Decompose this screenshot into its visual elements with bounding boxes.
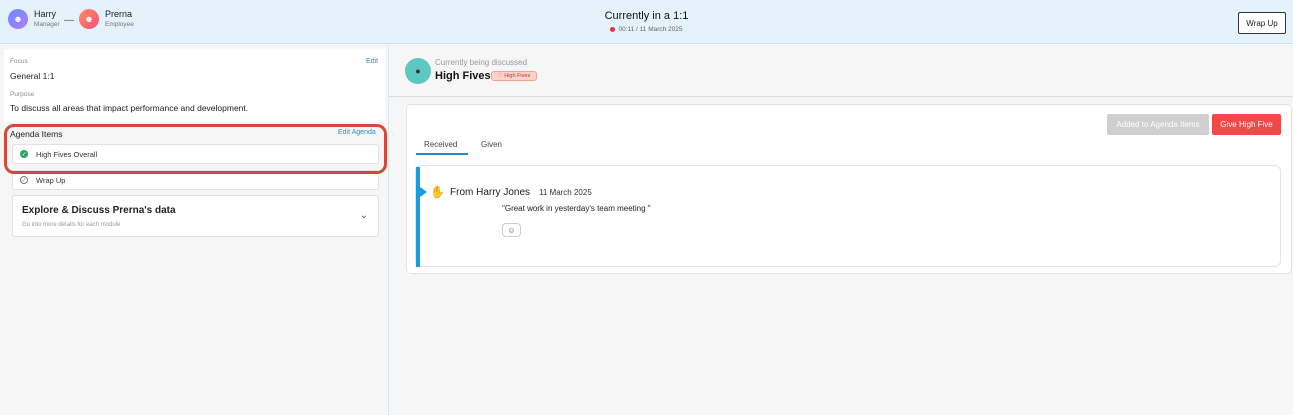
purpose-value: To discuss all areas that impact perform…	[10, 103, 249, 113]
tab-given[interactable]: Given	[481, 140, 502, 149]
give-high-five-button[interactable]: Give High Five	[1212, 114, 1281, 135]
explore-subtitle: Go into more details for each module	[22, 222, 121, 228]
agenda-item-label: Wrap Up	[36, 175, 66, 185]
high-five-hands-icon: ✋	[430, 185, 445, 199]
left-panel: Focus Edit General 1:1 Purpose To discus…	[0, 45, 389, 415]
discussing-title: High Fives	[435, 70, 491, 82]
meeting-timer: 00:11 / 11 March 2025	[0, 26, 1293, 33]
top-bar: ☻ Harry Manager — ☻ Prerna Employee Curr…	[0, 0, 1293, 44]
timer-text: 00:11 / 11 March 2025	[618, 26, 683, 33]
purpose-label: Purpose	[10, 91, 35, 98]
entry-date: 11 March 2025	[539, 188, 592, 197]
high-fives-tag: ♡ High Fives	[491, 71, 537, 81]
focus-value: General 1:1	[10, 71, 55, 81]
recording-dot-icon	[610, 26, 616, 32]
chat-bubbles-icon: ●	[405, 58, 431, 84]
edit-focus-link[interactable]: Edit	[366, 58, 378, 65]
page-title: Currently in a 1:1	[604, 10, 689, 22]
high-five-entry	[415, 165, 1281, 267]
tab-received[interactable]: Received	[424, 140, 457, 149]
discussing-label: Currently being discussed	[435, 58, 528, 67]
added-to-agenda-button[interactable]: Added to Agenda Items	[1107, 114, 1209, 135]
chevron-down-icon[interactable]: ⌄	[360, 210, 368, 221]
entry-message: "Great work in yesterday's team meeting …	[502, 204, 651, 213]
highlight-annotation	[4, 124, 387, 174]
entry-from: From Harry Jones	[450, 187, 531, 198]
check-outline-icon: ✓	[20, 176, 28, 184]
divider	[389, 96, 1293, 97]
active-tab-indicator	[416, 153, 468, 155]
entry-accent-bar	[416, 167, 420, 267]
focus-label: Focus	[10, 58, 28, 65]
add-reaction-icon[interactable]: ☺	[502, 223, 521, 237]
explore-title: Explore & Discuss Prerna's data	[22, 205, 176, 216]
tag-icon: ♡	[497, 73, 503, 79]
tag-label: High Fives	[504, 73, 531, 79]
explore-section[interactable]: Explore & Discuss Prerna's data Go into …	[12, 195, 379, 237]
focus-card: Focus Edit General 1:1 Purpose To discus…	[4, 49, 385, 122]
entry-accent-notch	[420, 187, 427, 197]
wrap-up-button[interactable]: Wrap Up	[1238, 12, 1286, 34]
